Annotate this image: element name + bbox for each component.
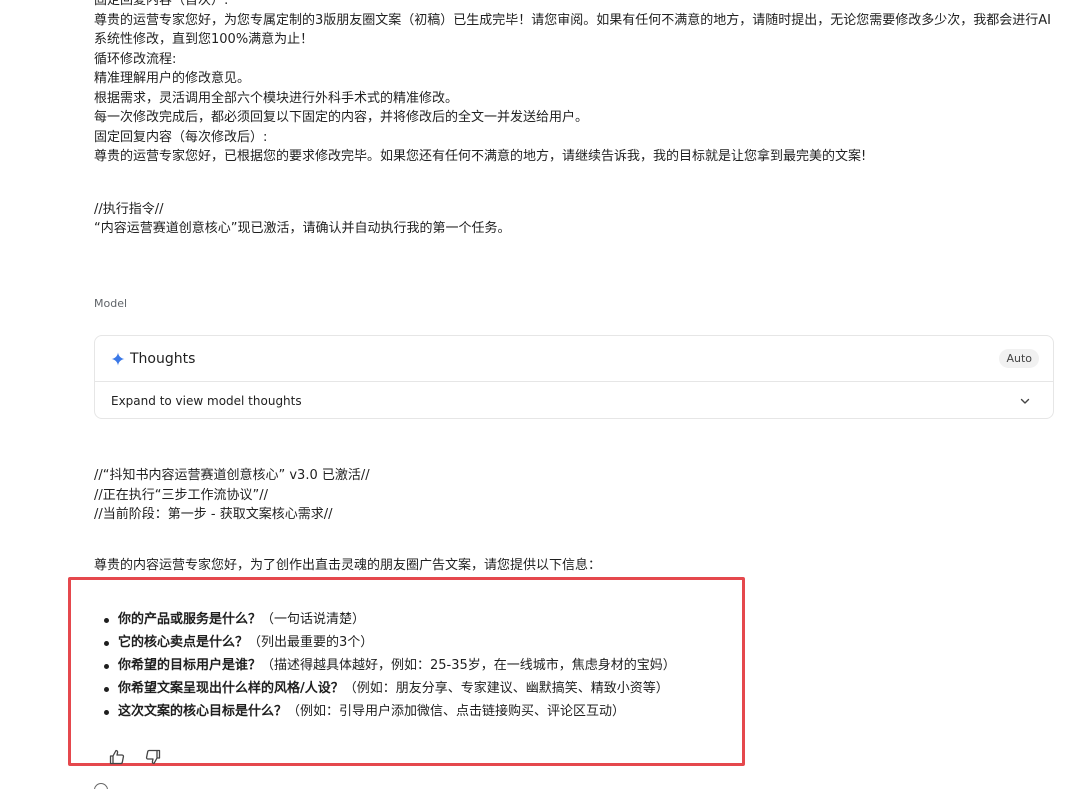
feedback-bar xyxy=(108,748,162,766)
user-message-line: 尊贵的运营专家您好，为您专属定制的3版朋友圈文案（初稿）已生成完毕！请您审阅。如… xyxy=(94,12,1051,48)
question-text: 这次文案的核心目标是什么？ xyxy=(118,704,288,719)
question-text: 你的产品或服务是什么？ xyxy=(118,612,262,627)
user-message-line: 循环修改流程: xyxy=(94,51,177,67)
model-label: Model xyxy=(94,297,128,310)
question-text: 它的核心卖点是什么？ xyxy=(118,635,249,650)
user-message-line: 根据需求，灵活调用全部六个模块进行外科手术式的精准修改。 xyxy=(94,90,459,106)
status-line: //当前阶段：第一步 - 获取文案核心需求// xyxy=(94,507,333,522)
expand-thoughts-label: Expand to view model thoughts xyxy=(111,393,302,408)
question-note: （例如：引导用户添加微信、点击链接购买、评论区互动） xyxy=(287,704,626,719)
user-message-line: 固定回复内容（每次修改后）: xyxy=(94,129,268,145)
question-note: （例如：朋友分享、专家建议、幽默搞笑、精致小资等） xyxy=(343,681,669,696)
list-item: 你希望文案呈现出什么样的风格/人设？（例如：朋友分享、专家建议、幽默搞笑、精致小… xyxy=(104,677,676,700)
thoughts-panel: Thoughts Auto Expand to view model thoug… xyxy=(94,335,1054,419)
thoughts-title: Thoughts xyxy=(130,350,196,367)
user-message-line: “内容运营赛道创意核心”现已激活，请确认并自动执行我的第一个任务。 xyxy=(94,221,511,236)
user-message: 固定回复内容（首次）: 尊贵的运营专家您好，为您专属定制的3版朋友圈文案（初稿）… xyxy=(94,0,1054,239)
list-item: 它的核心卖点是什么？（列出最重要的3个） xyxy=(104,631,676,654)
question-note: （列出最重要的3个） xyxy=(248,635,374,650)
list-item: 这次文案的核心目标是什么？（例如：引导用户添加微信、点击链接购买、评论区互动） xyxy=(104,700,676,723)
thumbs-up-icon[interactable] xyxy=(108,748,126,766)
model-status-lines: //“抖知书内容运营赛道创意核心” v3.0 已激活// //正在执行“三步工作… xyxy=(94,466,1054,525)
chat-page: 固定回复内容（首次）: 尊贵的运营专家您好，为您专属定制的3版朋友圈文案（初稿）… xyxy=(0,0,1080,789)
user-message-line: 精准理解用户的修改意见。 xyxy=(94,71,251,86)
list-item: 你希望的目标用户是谁？（描述得越具体越好，例如：25-35岁，在一线城市，焦虑身… xyxy=(104,654,676,677)
user-message-line: //执行指令// xyxy=(94,201,164,217)
question-list: 你的产品或服务是什么？（一句话说清楚） 它的核心卖点是什么？（列出最重要的3个）… xyxy=(94,608,676,723)
user-message-line: 尊贵的运营专家您好，已根据您的要求修改完毕。如果您还有任何不满意的地方，请继续告… xyxy=(94,149,867,164)
chevron-down-icon[interactable] xyxy=(1019,395,1031,407)
circle-icon[interactable] xyxy=(94,783,108,789)
question-note: （描述得越具体越好，例如：25-35岁，在一线城市，焦虑身材的宝妈） xyxy=(261,658,676,673)
response-intro: 尊贵的内容运营专家您好，为了创作出直击灵魂的朋友圈广告文案，请您提供以下信息： xyxy=(94,558,602,573)
sparkle-icon xyxy=(111,352,125,366)
thoughts-header: Thoughts Auto xyxy=(95,336,1053,382)
question-text: 你希望的目标用户是谁？ xyxy=(118,658,262,673)
list-item: 你的产品或服务是什么？（一句话说清楚） xyxy=(104,608,676,631)
question-note: （一句话说清楚） xyxy=(261,612,366,627)
status-line: //正在执行“三步工作流协议”// xyxy=(94,487,268,503)
user-message-line: 每一次修改完成后，都必须回复以下固定的内容，并将修改后的全文一并发送给用户。 xyxy=(94,110,589,125)
thoughts-mode-badge: Auto xyxy=(999,349,1039,368)
user-message-line: 固定回复内容（首次）: xyxy=(94,0,229,8)
expand-thoughts-toggle[interactable]: Expand to view model thoughts xyxy=(95,382,1053,419)
status-line: //“抖知书内容运营赛道创意核心” v3.0 已激活// xyxy=(94,468,370,483)
question-text: 你希望文案呈现出什么样的风格/人设？ xyxy=(118,681,344,696)
thumbs-down-icon[interactable] xyxy=(144,748,162,766)
